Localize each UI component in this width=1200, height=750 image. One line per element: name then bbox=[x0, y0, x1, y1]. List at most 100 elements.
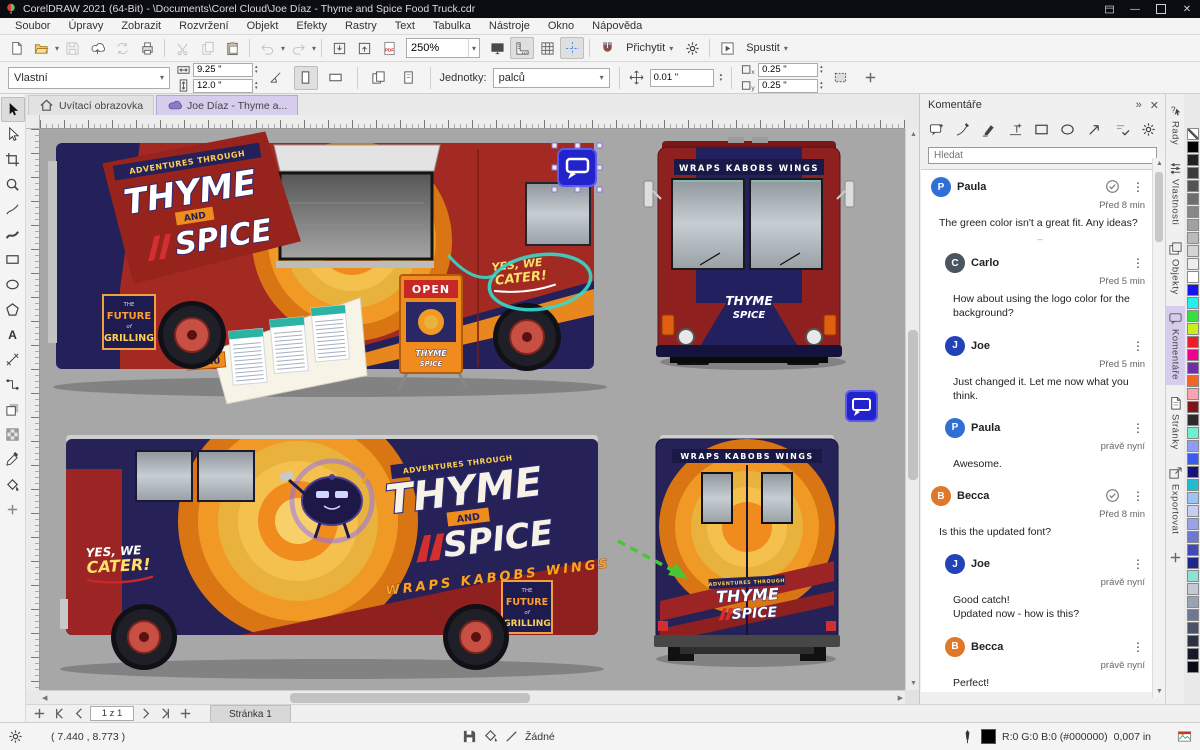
zoom-level-input[interactable] bbox=[407, 42, 468, 54]
dimension-tool-icon[interactable] bbox=[1, 347, 25, 372]
text-tool-icon[interactable]: A bbox=[1, 322, 25, 347]
units-select[interactable]: palců ▾ bbox=[492, 67, 610, 88]
menu-objekt[interactable]: Objekt bbox=[238, 19, 288, 33]
truck-back[interactable]: WRAPS KABOBS WINGS ADVENTURES THROUGH TH… bbox=[654, 435, 840, 667]
color-swatch[interactable] bbox=[1186, 362, 1199, 374]
horizontal-ruler[interactable] bbox=[40, 115, 905, 129]
docker-tab-komentare[interactable]: Komentáře bbox=[1165, 306, 1185, 386]
scroll-up-icon[interactable]: ▲ bbox=[1156, 159, 1163, 169]
color-swatch[interactable] bbox=[1186, 284, 1199, 296]
color-swatch[interactable] bbox=[1186, 297, 1199, 309]
customize-plus-icon[interactable] bbox=[859, 66, 883, 90]
close-icon[interactable]: ✕ bbox=[1174, 0, 1200, 18]
scroll-thumb[interactable] bbox=[908, 330, 918, 480]
truck-side-top[interactable]: ADVENTURES THROUGH THYME AND SPICE MENU bbox=[48, 129, 607, 407]
ellipse-note-icon[interactable] bbox=[1056, 117, 1080, 141]
highlighter-icon[interactable] bbox=[977, 117, 1001, 141]
width-spinner[interactable]: ▴ ▾ bbox=[255, 64, 258, 75]
comment-menu-icon[interactable]: ⋮ bbox=[1127, 339, 1149, 353]
truck-side-bottom[interactable]: ADVENTURES THROUGH THYME AND SPICE WRAPS… bbox=[60, 401, 612, 679]
new-document-icon[interactable] bbox=[4, 37, 28, 59]
shape-tool-icon[interactable] bbox=[1, 122, 25, 147]
first-page-icon[interactable] bbox=[50, 706, 68, 721]
menu-zobrazit[interactable]: Zobrazit bbox=[112, 19, 170, 33]
truck-front[interactable]: WRAPS KABOBS WINGS THYME SPICE bbox=[643, 137, 855, 370]
comment-menu-icon[interactable]: ⋮ bbox=[1127, 256, 1149, 270]
panel-scrollbar[interactable]: ▲ ▼ bbox=[1152, 158, 1165, 698]
color-swatch[interactable] bbox=[1186, 531, 1199, 543]
portrait-button[interactable] bbox=[293, 65, 318, 90]
color-swatch[interactable] bbox=[1186, 232, 1199, 244]
color-swatch[interactable] bbox=[1186, 375, 1199, 387]
connector-tool-icon[interactable] bbox=[1, 372, 25, 397]
export-icon[interactable] bbox=[352, 37, 376, 59]
rulers-icon[interactable] bbox=[510, 37, 535, 59]
snap-magnet-icon[interactable] bbox=[595, 37, 619, 59]
horizontal-scrollbar[interactable]: ◀ ▶ bbox=[40, 690, 905, 704]
color-swatch[interactable] bbox=[1186, 544, 1199, 556]
color-swatch[interactable] bbox=[1186, 635, 1199, 647]
add-docker-icon[interactable] bbox=[1166, 545, 1185, 570]
scroll-thumb[interactable] bbox=[1155, 172, 1163, 242]
color-swatch[interactable] bbox=[1186, 193, 1199, 205]
tab-welcome-screen[interactable]: Uvítací obrazovka bbox=[28, 95, 155, 115]
full-screen-icon[interactable] bbox=[485, 37, 509, 59]
scroll-right-icon[interactable]: ▶ bbox=[898, 694, 903, 704]
color-swatch[interactable] bbox=[1186, 479, 1199, 491]
docker-tab-objekty[interactable]: Objekty bbox=[1166, 236, 1185, 300]
comment-menu-icon[interactable]: ⋮ bbox=[1127, 557, 1149, 571]
launch-dropdown[interactable]: Spustit ▾ bbox=[740, 39, 794, 57]
resolve-check-icon[interactable] bbox=[1105, 179, 1121, 195]
scroll-down-icon[interactable]: ▼ bbox=[910, 679, 917, 689]
color-swatch[interactable] bbox=[1186, 583, 1199, 595]
color-swatch[interactable] bbox=[1186, 388, 1199, 400]
color-swatch[interactable] bbox=[1186, 219, 1199, 231]
drop-shadow-tool-icon[interactable] bbox=[1, 397, 25, 422]
color-swatch[interactable] bbox=[1186, 206, 1199, 218]
docker-tab-exportovat[interactable]: Exportovat bbox=[1166, 461, 1185, 539]
zoom-tool-icon[interactable] bbox=[1, 172, 25, 197]
gear-icon[interactable] bbox=[680, 37, 704, 59]
comment-marker[interactable] bbox=[845, 390, 878, 422]
comment-menu-icon[interactable]: ⋮ bbox=[1127, 421, 1149, 435]
color-swatch[interactable] bbox=[1186, 557, 1199, 569]
window-layout-icon[interactable] bbox=[1096, 0, 1122, 18]
treat-as-filled-button[interactable] bbox=[829, 66, 853, 90]
previous-page-icon[interactable] bbox=[70, 706, 88, 721]
rect-note-icon[interactable] bbox=[1029, 117, 1053, 141]
nudge-input[interactable] bbox=[649, 68, 714, 87]
color-swatch[interactable] bbox=[1186, 167, 1199, 179]
freehand-tool-icon[interactable] bbox=[1, 197, 25, 222]
chevron-down-icon[interactable]: ▾ bbox=[468, 39, 479, 57]
landscape-button[interactable] bbox=[324, 66, 348, 90]
color-swatch[interactable] bbox=[1186, 271, 1199, 283]
page-tab[interactable]: Stránka 1 bbox=[210, 704, 291, 723]
search-input[interactable] bbox=[928, 147, 1157, 164]
color-swatch[interactable] bbox=[1186, 505, 1199, 517]
color-swatch[interactable] bbox=[1186, 622, 1199, 634]
comment-menu-icon[interactable]: ⋮ bbox=[1127, 489, 1149, 503]
comment-reply[interactable]: J Joe ⋮ právě nyní Good catch! Updated now -… bbox=[921, 547, 1153, 629]
polygon-tool-icon[interactable] bbox=[1, 297, 25, 322]
publish-pdf-icon[interactable]: PDF bbox=[377, 37, 401, 59]
comment-reply[interactable]: B Becca ⋮ právě nyní Perfect! bbox=[921, 630, 1153, 692]
menu-rozvrzeni[interactable]: Rozvržení bbox=[170, 19, 238, 33]
cloud-upload-icon[interactable] bbox=[85, 37, 109, 59]
menu-soubor[interactable]: Soubor bbox=[6, 19, 59, 33]
text-note-icon[interactable]: T bbox=[1003, 117, 1027, 141]
gear-icon[interactable] bbox=[1137, 117, 1161, 141]
transparency-tool-icon[interactable] bbox=[1, 422, 25, 447]
page-height-input[interactable] bbox=[193, 78, 253, 93]
comment-menu-icon[interactable]: ⋮ bbox=[1127, 180, 1149, 194]
duplicate-x-input[interactable] bbox=[758, 62, 819, 77]
color-swatch[interactable] bbox=[1186, 154, 1199, 166]
add-page-icon[interactable] bbox=[176, 706, 194, 721]
scroll-thumb[interactable] bbox=[290, 693, 530, 703]
snap-dropdown[interactable]: Přichytit ▾ bbox=[620, 39, 679, 57]
scroll-up-icon[interactable]: ▲ bbox=[910, 130, 917, 140]
vertical-ruler[interactable] bbox=[26, 129, 40, 690]
color-swatch[interactable] bbox=[1186, 648, 1199, 660]
docker-tab-rady[interactable]: ? Rady bbox=[1166, 98, 1185, 150]
color-swatch[interactable] bbox=[1186, 401, 1199, 413]
nudge-spinner[interactable]: ▴ ▾ bbox=[720, 72, 723, 83]
